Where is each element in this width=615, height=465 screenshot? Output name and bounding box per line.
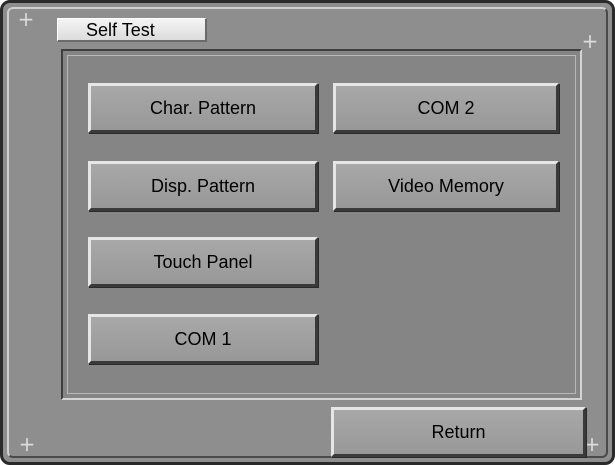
video-memory-button[interactable]: Video Memory	[333, 161, 559, 211]
com2-button[interactable]: COM 2	[333, 83, 559, 133]
corner-screw-top-right-icon: +	[581, 29, 599, 53]
corner-screw-top-left-icon: +	[17, 7, 35, 31]
touch-panel-button[interactable]: Touch Panel	[88, 237, 318, 287]
window-title: Self Test	[57, 18, 207, 42]
disp-pattern-button[interactable]: Disp. Pattern	[88, 161, 318, 211]
self-test-window: + + + + Self Test Char. Pattern COM 2 Di…	[0, 0, 615, 465]
corner-screw-bottom-left-icon: +	[18, 432, 36, 456]
com1-button[interactable]: COM 1	[88, 314, 318, 364]
return-button[interactable]: Return	[331, 407, 586, 457]
char-pattern-button[interactable]: Char. Pattern	[88, 83, 318, 133]
